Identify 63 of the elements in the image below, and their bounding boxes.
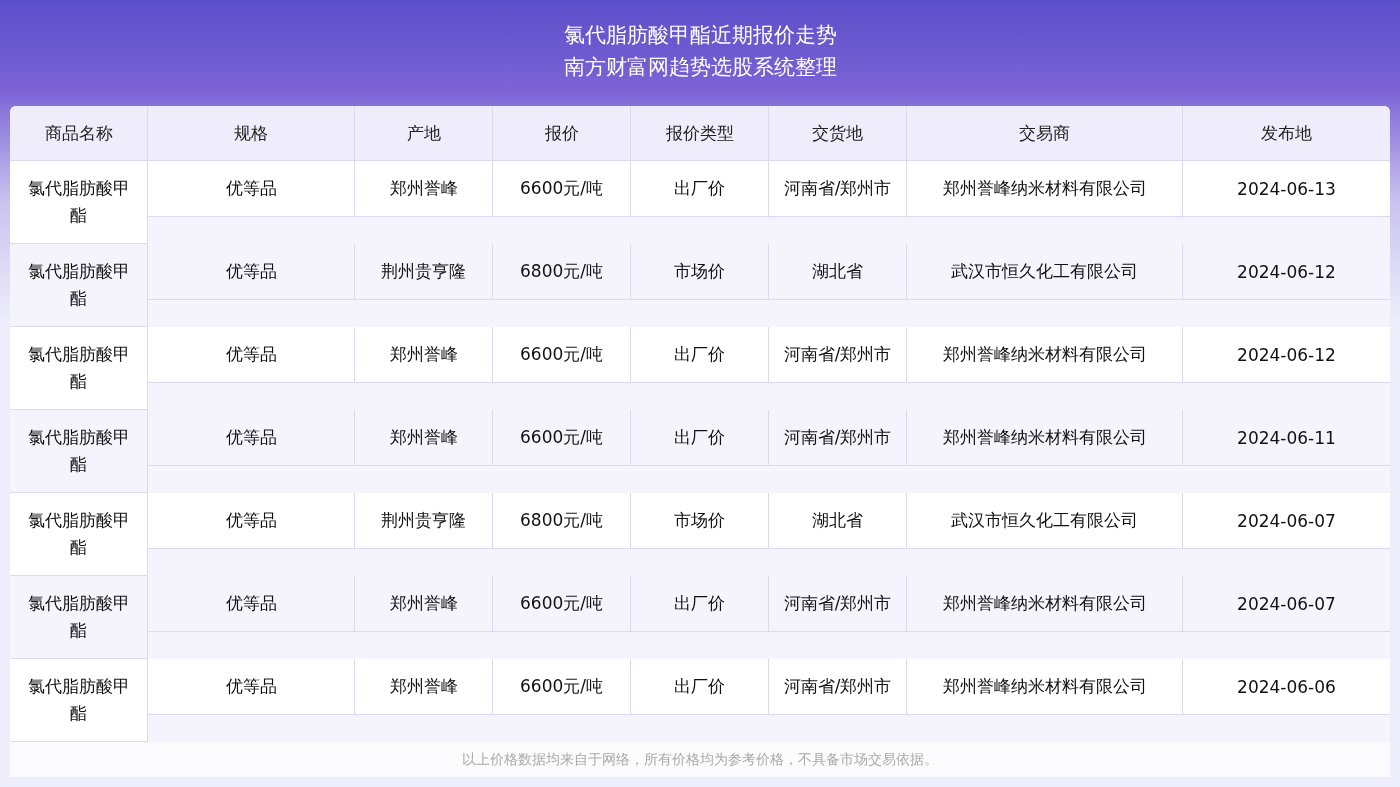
table-cell: 优等品 bbox=[147, 493, 354, 549]
footnote: 以上价格数据均来自于网络，所有价格均为参考价格，不具备市场交易依据。 bbox=[462, 750, 938, 769]
column-header: 商品名称 bbox=[10, 106, 147, 161]
table-cell: 湖北省 bbox=[768, 493, 906, 549]
table-cell: 6800元/吨 bbox=[492, 493, 630, 549]
table-cell: 6800元/吨 bbox=[492, 244, 630, 300]
table-cell: 郑州誉峰 bbox=[354, 161, 492, 217]
table-cell: 氯代脂肪酸甲酯 bbox=[10, 244, 147, 327]
table-cell: 优等品 bbox=[147, 161, 354, 217]
table-cell: 6600元/吨 bbox=[492, 659, 630, 715]
column-header: 报价 bbox=[492, 106, 630, 161]
table-cell: 2024-06-07 bbox=[1182, 493, 1390, 549]
column-header: 发布地 bbox=[1182, 106, 1390, 161]
table-cell: 出厂价 bbox=[630, 576, 768, 632]
table-cell: 湖北省 bbox=[768, 244, 906, 300]
table-cell: 6600元/吨 bbox=[492, 576, 630, 632]
table-cell: 郑州誉峰纳米材料有限公司 bbox=[906, 161, 1182, 217]
column-header: 交易商 bbox=[906, 106, 1182, 161]
table-cell: 河南省/郑州市 bbox=[768, 576, 906, 632]
table-cell: 氯代脂肪酸甲酯 bbox=[10, 576, 147, 659]
table-cell: 优等品 bbox=[147, 659, 354, 715]
table-cell: 荆州贵亨隆 bbox=[354, 244, 492, 300]
table-cell: 郑州誉峰 bbox=[354, 410, 492, 466]
table-cell: 郑州誉峰纳米材料有限公司 bbox=[906, 327, 1182, 383]
table-cell: 2024-06-07 bbox=[1182, 576, 1390, 632]
page-subtitle: 南方财富网趋势选股系统整理 bbox=[563, 54, 837, 80]
column-header: 交货地 bbox=[768, 106, 906, 161]
table-cell: 6600元/吨 bbox=[492, 327, 630, 383]
table-cell: 优等品 bbox=[147, 244, 354, 300]
table-cell: 出厂价 bbox=[630, 410, 768, 466]
column-header: 报价类型 bbox=[630, 106, 768, 161]
table-cell: 河南省/郑州市 bbox=[768, 161, 906, 217]
table-cell: 6600元/吨 bbox=[492, 410, 630, 466]
table-cell: 河南省/郑州市 bbox=[768, 659, 906, 715]
table-cell: 优等品 bbox=[147, 327, 354, 383]
table-cell: 郑州誉峰纳米材料有限公司 bbox=[906, 410, 1182, 466]
table-cell: 武汉市恒久化工有限公司 bbox=[906, 493, 1182, 549]
table-cell: 6600元/吨 bbox=[492, 161, 630, 217]
column-header: 规格 bbox=[147, 106, 354, 161]
table-cell: 郑州誉峰 bbox=[354, 576, 492, 632]
table-cell: 2024-06-13 bbox=[1182, 161, 1390, 217]
table-cell: 郑州誉峰纳米材料有限公司 bbox=[906, 576, 1182, 632]
page-title: 氯代脂肪酸甲酯近期报价走势 bbox=[563, 22, 837, 48]
table-cell: 河南省/郑州市 bbox=[768, 327, 906, 383]
table-cell: 市场价 bbox=[630, 244, 768, 300]
table-cell: 2024-06-06 bbox=[1182, 659, 1390, 715]
table-cell: 2024-06-11 bbox=[1182, 410, 1390, 466]
table-cell: 荆州贵亨隆 bbox=[354, 493, 492, 549]
table-cell: 武汉市恒久化工有限公司 bbox=[906, 244, 1182, 300]
table-cell: 优等品 bbox=[147, 410, 354, 466]
table-cell: 河南省/郑州市 bbox=[768, 410, 906, 466]
table-cell: 郑州誉峰纳米材料有限公司 bbox=[906, 659, 1182, 715]
table-cell: 市场价 bbox=[630, 493, 768, 549]
table-cell: 出厂价 bbox=[630, 161, 768, 217]
table-cell: 出厂价 bbox=[630, 659, 768, 715]
table-cell: 郑州誉峰 bbox=[354, 659, 492, 715]
column-header: 产地 bbox=[354, 106, 492, 161]
table-cell: 2024-06-12 bbox=[1182, 327, 1390, 383]
table-cell: 郑州誉峰 bbox=[354, 327, 492, 383]
table-cell: 氯代脂肪酸甲酯 bbox=[10, 410, 147, 493]
table-cell: 出厂价 bbox=[630, 327, 768, 383]
table-cell: 2024-06-12 bbox=[1182, 244, 1390, 300]
table-cell: 优等品 bbox=[147, 576, 354, 632]
